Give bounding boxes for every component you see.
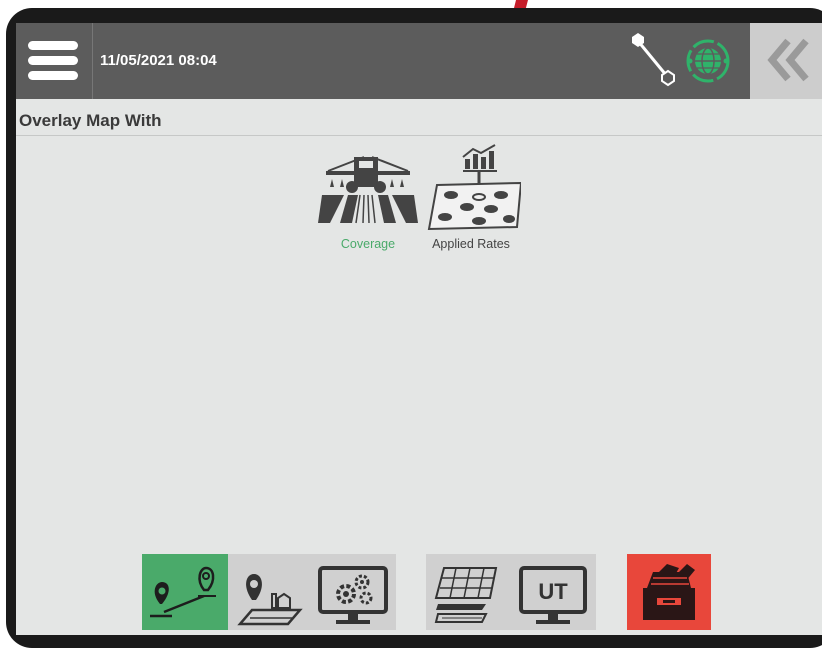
applied-rates-label: Applied Rates <box>432 237 510 251</box>
guideline-button[interactable] <box>142 554 228 630</box>
coverage-sprayer-icon <box>318 156 418 224</box>
universal-terminal-button[interactable]: UT <box>511 554 596 630</box>
page-title-bar: Overlay Map With <box>16 99 822 136</box>
hamburger-icon <box>28 56 78 65</box>
coverage-label: Coverage <box>340 237 396 251</box>
gnss-status-icon[interactable] <box>626 29 686 93</box>
ut-label: UT <box>538 579 568 604</box>
double-chevron-left-icon <box>767 38 809 82</box>
universal-terminal-icon: UT <box>519 566 587 624</box>
main-menu-button[interactable] <box>16 23 93 99</box>
toolbar-group-guidance <box>142 554 396 630</box>
hamburger-icon <box>28 71 78 80</box>
screen: 11/05/2021 08:04 Overlay Map With Covera… <box>16 23 822 635</box>
field-location-button[interactable] <box>228 554 308 630</box>
globe-connection-icon[interactable] <box>684 37 732 85</box>
field-location-icon <box>237 574 303 626</box>
data-management-button[interactable] <box>627 554 711 630</box>
guideline-icon <box>150 566 216 618</box>
toolbar-group-layers: UT <box>426 554 596 630</box>
machine-settings-button[interactable] <box>310 554 396 630</box>
applied-rates-icon <box>427 144 521 231</box>
map-layers-icon <box>434 567 498 623</box>
applied-rates-option[interactable]: Applied Rates <box>421 143 521 263</box>
map-layers-button[interactable] <box>426 554 511 630</box>
collapse-panel-button[interactable] <box>750 23 822 99</box>
machine-settings-icon <box>318 566 388 624</box>
top-bar: 11/05/2021 08:04 <box>16 23 822 99</box>
page-title: Overlay Map With <box>19 111 162 130</box>
device-bezel: 11/05/2021 08:04 Overlay Map With Covera… <box>6 8 822 648</box>
date-time: 11/05/2021 08:04 <box>100 52 217 69</box>
hamburger-icon <box>28 41 78 50</box>
data-management-icon <box>643 564 695 620</box>
coverage-option[interactable]: Coverage <box>318 143 418 263</box>
